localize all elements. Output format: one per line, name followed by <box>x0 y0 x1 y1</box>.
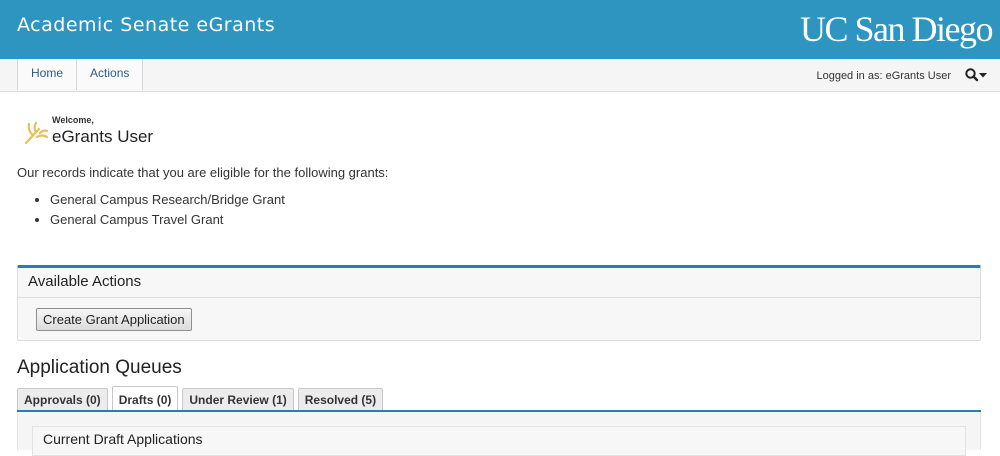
tab-approvals[interactable]: Approvals (0) <box>17 388 108 412</box>
current-drafts-title: Current Draft Applications <box>43 431 203 447</box>
tab-under-review[interactable]: Under Review (1) <box>182 388 294 412</box>
nav-menu: Home Actions <box>17 59 144 91</box>
drafts-queue-panel: Current Draft Applications <box>17 412 981 456</box>
search-dropdown-toggle[interactable] <box>964 67 987 83</box>
welcome-greeting: Welcome, <box>52 115 94 125</box>
current-drafts-box: Current Draft Applications <box>32 426 966 456</box>
create-grant-application-button[interactable]: Create Grant Application <box>36 308 192 331</box>
available-actions-panel: Available Actions Create Grant Applicati… <box>17 265 981 341</box>
tab-drafts[interactable]: Drafts (0) <box>111 386 179 412</box>
eligible-grant-list: General Campus Research/Bridge Grant Gen… <box>17 192 285 232</box>
eligibility-intro: Our records indicate that you are eligib… <box>17 165 389 180</box>
app-header: Academic Senate eGrants UC San Diego <box>0 0 1000 59</box>
application-queues-title: Application Queues <box>17 357 182 378</box>
caret-down-icon <box>979 73 987 78</box>
queue-tabs: Approvals (0) Drafts (0) Under Review (1… <box>17 386 387 412</box>
tab-resolved[interactable]: Resolved (5) <box>297 388 384 412</box>
logged-in-status: Logged in as: eGrants User <box>816 70 951 82</box>
welcome-user-name: eGrants User <box>52 127 154 146</box>
nav-bar: Home Actions Logged in as: eGrants User <box>0 59 1000 92</box>
app-title[interactable]: Academic Senate eGrants <box>17 14 275 36</box>
trident-icon <box>24 121 48 145</box>
nav-item-actions[interactable]: Actions <box>76 59 144 90</box>
list-item: General Campus Travel Grant <box>50 212 285 232</box>
available-actions-title: Available Actions <box>18 268 980 298</box>
uc-san-diego-logo[interactable]: UC San Diego <box>800 8 994 50</box>
nav-item-home[interactable]: Home <box>17 59 78 90</box>
list-item: General Campus Research/Bridge Grant <box>50 192 285 212</box>
